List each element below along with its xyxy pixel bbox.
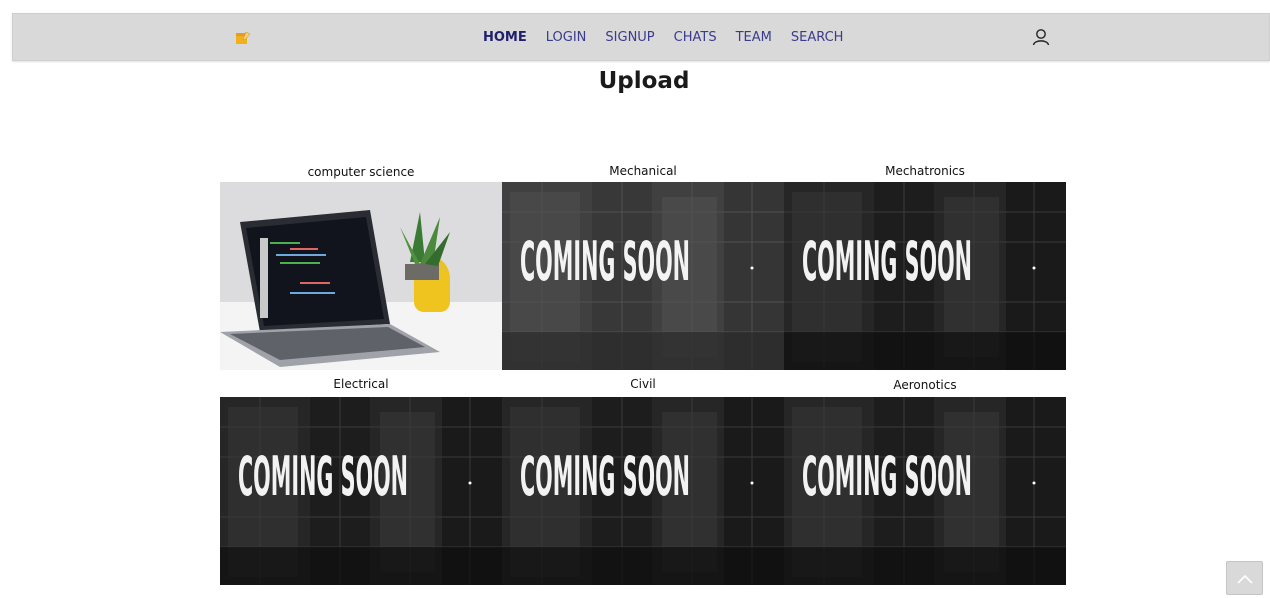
nav-link-signup[interactable]: SIGNUP — [605, 30, 654, 45]
coming-soon-photo[interactable] — [502, 182, 784, 370]
nav-link-login[interactable]: LOGIN — [546, 30, 587, 45]
department-label: computer science — [307, 165, 415, 179]
page-title: Upload — [598, 68, 690, 94]
laptop-code-photo[interactable] — [220, 182, 502, 370]
coming-soon-photo[interactable] — [784, 397, 1066, 585]
nav-link-team[interactable]: TEAM — [736, 30, 772, 45]
chevron-up-icon — [1236, 569, 1253, 588]
department-label: Mechatronics — [885, 164, 965, 178]
scroll-to-top-button[interactable] — [1226, 561, 1263, 595]
main-nav: HOME LOGIN SIGNUP CHATS TEAM SEARCH — [483, 14, 862, 60]
department-label: Electrical — [333, 377, 389, 391]
department-label: Aeronotics — [893, 378, 957, 392]
coming-soon-photo[interactable] — [784, 182, 1066, 370]
nav-link-home[interactable]: HOME — [483, 30, 527, 45]
top-navbar: HOME LOGIN SIGNUP CHATS TEAM SEARCH — [12, 13, 1270, 61]
sticky-note-icon[interactable] — [235, 30, 251, 44]
coming-soon-photo[interactable] — [502, 397, 784, 585]
department-label: Civil — [630, 377, 656, 391]
coming-soon-photo[interactable] — [220, 397, 502, 585]
user-icon[interactable] — [1032, 28, 1050, 46]
nav-link-chats[interactable]: CHATS — [674, 30, 717, 45]
nav-link-search[interactable]: SEARCH — [791, 30, 844, 45]
department-label: Mechanical — [609, 164, 677, 178]
